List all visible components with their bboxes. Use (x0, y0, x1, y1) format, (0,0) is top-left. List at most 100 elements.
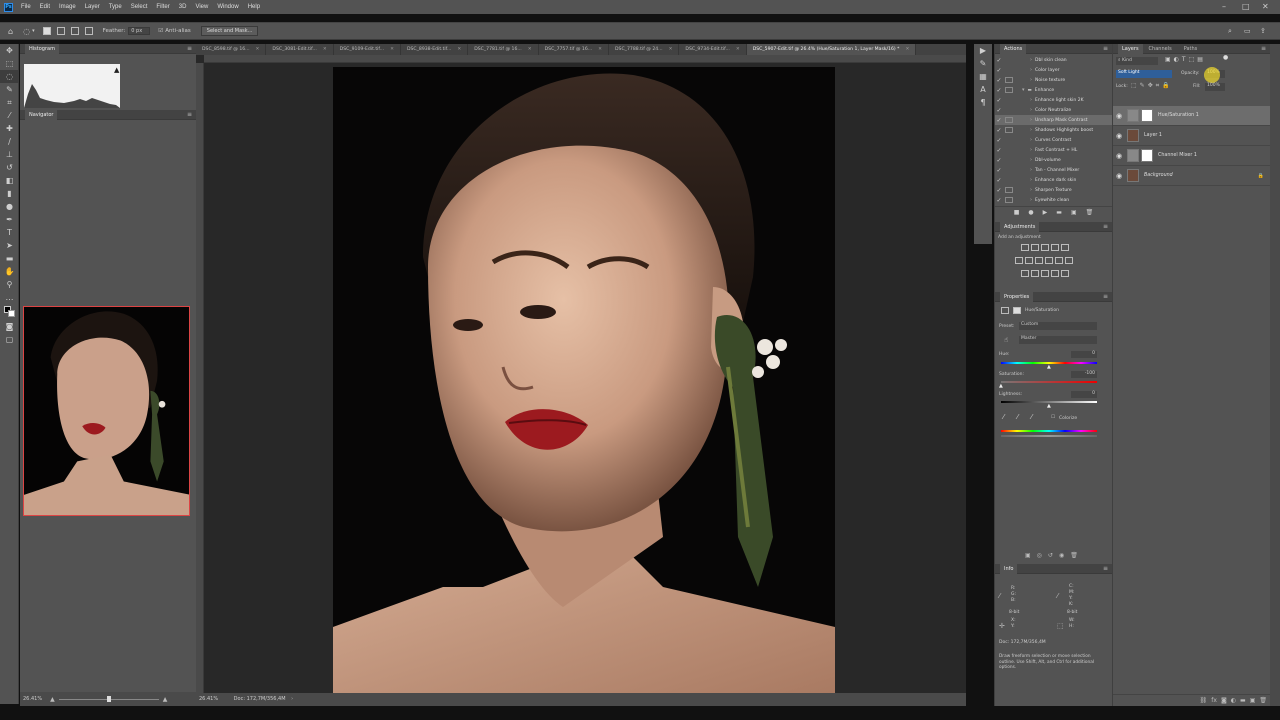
search-icon[interactable]: ⌕ (1228, 27, 1232, 36)
swatches-panel-icon[interactable]: ▦ (974, 70, 992, 83)
chevron-right-icon[interactable]: › (1030, 197, 1032, 203)
play-icon[interactable]: ▶ (1043, 209, 1048, 216)
chevron-down-icon[interactable]: ▾ (1022, 87, 1025, 93)
doc-tab[interactable]: DSC_7781.tif @ 16... ✕ (468, 44, 539, 55)
lightness-value[interactable]: 0 (1071, 391, 1097, 398)
layer-thumbnail[interactable] (1127, 169, 1139, 182)
tab-actions[interactable]: Actions (1000, 44, 1027, 54)
action-row[interactable]: ✓ › Color Neutralize (995, 105, 1112, 115)
home-icon[interactable]: ⌂ (8, 27, 13, 36)
eraser-tool-icon[interactable]: ◧ (0, 174, 19, 187)
black-white-icon[interactable] (1035, 257, 1043, 264)
crop-tool-icon[interactable]: ⌗ (0, 96, 19, 109)
close-icon[interactable]: ✕ (457, 47, 461, 52)
layer-mask-thumbnail[interactable] (1141, 149, 1153, 162)
new-action-icon[interactable]: ▣ (1071, 209, 1077, 216)
hand-tool-icon[interactable]: ✋ (0, 265, 19, 278)
doc-tab[interactable]: DSC_7788.tif @ 24... ✕ (609, 44, 680, 55)
vibrance-icon[interactable] (1061, 244, 1069, 251)
layer-mask-thumbnail[interactable] (1141, 109, 1153, 122)
action-row[interactable]: ✓ › Fast Contrast + HL (995, 145, 1112, 155)
chevron-right-icon[interactable]: › (1030, 157, 1032, 163)
tab-adjustments[interactable]: Adjustments (1000, 222, 1040, 232)
panel-menu-icon[interactable]: ≡ (187, 44, 192, 54)
saturation-slider-thumb[interactable]: ▲ (999, 383, 1003, 389)
dialog-toggle-icon[interactable] (1005, 57, 1013, 63)
group-icon[interactable]: ▬ (1240, 697, 1246, 704)
quick-mask-icon[interactable]: ◙ (0, 320, 19, 333)
add-selection-icon[interactable] (56, 27, 65, 35)
action-toggle-checkbox[interactable]: ✓ (995, 57, 1003, 64)
chevron-right-icon[interactable]: › (1030, 117, 1032, 123)
tab-channels[interactable]: Channels (1143, 44, 1178, 53)
dialog-toggle-icon[interactable] (1005, 127, 1013, 133)
tab-properties[interactable]: Properties (1000, 292, 1034, 302)
healing-tool-icon[interactable]: ✚ (0, 122, 19, 135)
eyedropper-icon[interactable]: ⁄ (1003, 413, 1004, 421)
layer-row[interactable]: ◉ Layer 1 (1113, 126, 1270, 146)
tab-histogram[interactable]: Histogram (25, 44, 59, 54)
dialog-toggle-icon[interactable] (1005, 167, 1013, 173)
hand-adjust-icon[interactable]: ☝ (1004, 336, 1008, 344)
character-panel-icon[interactable]: A (974, 83, 992, 96)
action-row[interactable]: ✓ › Enhance light skin 2K (995, 95, 1112, 105)
layer-row[interactable]: ◉ Hue/Saturation 1 (1113, 106, 1270, 126)
action-row[interactable]: ✓ › Enhance dark skin (995, 175, 1112, 185)
panel-menu-icon[interactable]: ≡ (187, 110, 192, 120)
menu-view[interactable]: View (195, 4, 208, 10)
doc-tab[interactable]: DSC_8938-Edit.tif... ✕ (401, 44, 469, 55)
zoom-tool-icon[interactable]: ⚲ (0, 278, 19, 291)
menu-image[interactable]: Image (59, 4, 76, 10)
dialog-toggle-icon[interactable] (1005, 107, 1013, 113)
menu-select[interactable]: Select (131, 4, 148, 10)
portrait-photo[interactable] (333, 67, 835, 693)
menu-type[interactable]: Type (109, 4, 122, 10)
layer-name[interactable]: Background (1144, 173, 1173, 178)
action-row[interactable]: ✓ › Color layer (995, 65, 1112, 75)
doc-tab[interactable]: DSC_8598.tif @ 16... ✕ (196, 44, 267, 55)
background-color-icon[interactable] (8, 310, 15, 317)
close-icon[interactable]: ✕ (323, 47, 327, 52)
action-row[interactable]: ✓ › Dbl skin clean (995, 55, 1112, 65)
eyedropper-minus-icon[interactable]: ⁄ (1031, 413, 1032, 421)
action-row[interactable]: ✓ › Sharpen Texture (995, 185, 1112, 195)
share-icon[interactable]: ⇪ (1260, 27, 1266, 35)
status-zoom[interactable]: 26.41% (199, 696, 218, 702)
antialias-checkbox-icon[interactable]: ☑ (158, 28, 163, 34)
color-lookup-icon[interactable] (1065, 257, 1073, 264)
right-dock-scrollbar[interactable] (1270, 44, 1280, 706)
action-toggle-checkbox[interactable]: ✓ (995, 127, 1003, 134)
subtract-selection-icon[interactable] (70, 27, 79, 35)
action-toggle-checkbox[interactable]: ✓ (995, 67, 1003, 74)
action-toggle-checkbox[interactable]: ✓ (995, 77, 1003, 84)
clip-icon[interactable]: ▣ (1025, 552, 1031, 559)
dialog-toggle-icon[interactable] (1005, 147, 1013, 153)
layer-name[interactable]: Channel Mixer 1 (1158, 153, 1197, 158)
action-row[interactable]: ✓ › Dbl-volume (995, 155, 1112, 165)
layer-row[interactable]: ◉ Channel Mixer 1 (1113, 146, 1270, 166)
channel-mixer-icon[interactable] (1055, 257, 1063, 264)
zoom-in-icon[interactable]: ▲ (163, 696, 168, 703)
doc-tab[interactable]: DSC_3081-Edit.tif... ✕ (266, 44, 334, 55)
chevron-right-icon[interactable]: › (1030, 137, 1032, 143)
blend-mode-select[interactable]: Soft Light (1116, 70, 1172, 78)
panel-menu-icon[interactable]: ≡ (1261, 44, 1266, 54)
dialog-toggle-icon[interactable] (1005, 87, 1013, 93)
chevron-right-icon[interactable]: › (1030, 67, 1032, 73)
action-toggle-checkbox[interactable]: ✓ (995, 187, 1003, 194)
pen-tool-icon[interactable]: ✒ (0, 213, 19, 226)
maximize-button[interactable]: □ (1242, 2, 1250, 11)
action-row[interactable]: ✓ › Tan - Channel Mixer (995, 165, 1112, 175)
action-toggle-checkbox[interactable]: ✓ (995, 167, 1003, 174)
view-previous-icon[interactable]: ◎ (1037, 552, 1042, 559)
action-row[interactable]: ✓ › Unsharp Mask Contrast (995, 115, 1112, 125)
link-icon[interactable]: ⛓ (1200, 697, 1208, 704)
action-row[interactable]: ✓ › Noise texture (995, 75, 1112, 85)
intersect-selection-icon[interactable] (84, 27, 93, 35)
selective-color-icon[interactable] (1061, 270, 1069, 277)
chevron-right-icon[interactable]: › (291, 696, 293, 702)
chevron-right-icon[interactable]: › (1030, 187, 1032, 193)
slider-thumb[interactable] (106, 695, 111, 702)
lasso-tool-icon[interactable]: ◌ (0, 70, 19, 83)
tab-navigator[interactable]: Navigator (25, 110, 58, 120)
